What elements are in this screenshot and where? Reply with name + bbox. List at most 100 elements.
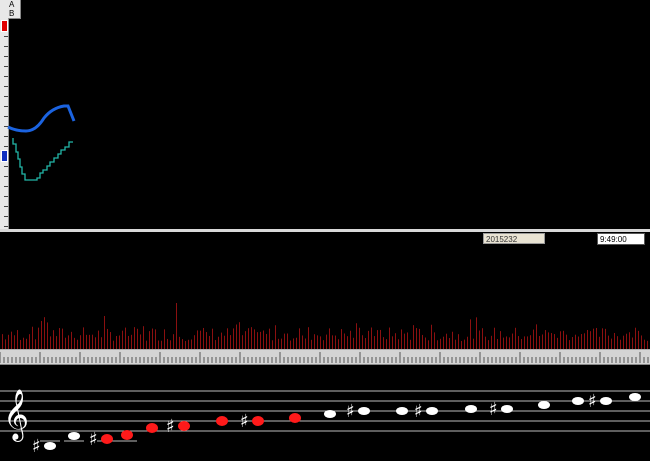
volume-bar [113, 340, 114, 349]
volume-bar [584, 333, 585, 349]
volume-bar [347, 336, 348, 349]
volume-bar [287, 333, 288, 349]
volume-bar [215, 340, 216, 349]
volume-bar [386, 339, 387, 349]
volume-bar [461, 340, 462, 349]
volume-bar [125, 327, 126, 349]
volume-bar [362, 335, 363, 349]
volume-bar [50, 336, 51, 349]
volume-bar [545, 330, 546, 349]
volume-bar [533, 329, 534, 349]
volume-bar [431, 324, 432, 349]
volume-bar [350, 330, 351, 349]
volume-bar [563, 330, 564, 349]
volume-bar [107, 328, 108, 349]
volume-bar [89, 334, 90, 349]
volume-bar [443, 336, 444, 349]
volume-bar [557, 337, 558, 349]
volume-bar [341, 329, 342, 349]
volume-bar [395, 333, 396, 349]
volume-bar [308, 327, 309, 349]
sharp-icon: ♯ [240, 411, 249, 432]
volume-bar [641, 335, 642, 349]
volume-bar [74, 337, 75, 349]
volume-bar [365, 338, 366, 349]
note-red [252, 416, 264, 426]
volume-bar [611, 338, 612, 349]
volume-bar [263, 330, 264, 349]
note-white [358, 407, 370, 415]
volume-bar [638, 330, 639, 349]
volume-bar [587, 329, 588, 349]
volume-bar [359, 327, 360, 349]
volume-bar [569, 340, 570, 349]
volume-bar [269, 328, 270, 349]
volume-bar [536, 324, 537, 349]
volume-bar [356, 323, 357, 349]
volume-bar [551, 333, 552, 349]
volume-bar [284, 333, 285, 349]
volume-bar [353, 337, 354, 349]
volume-bar [11, 331, 12, 349]
volume-bar [128, 335, 129, 349]
volume-bar [62, 328, 63, 349]
volume-bar [539, 335, 540, 349]
volume-bar [23, 337, 24, 349]
volume-bar [572, 337, 573, 349]
volume-bar [65, 337, 66, 349]
sharp-icon: ♯ [89, 429, 98, 450]
volume-bar [278, 338, 279, 349]
volume-bar [56, 336, 57, 349]
volume-bar [314, 334, 315, 349]
volume-bar [77, 339, 78, 349]
volume-bar [458, 334, 459, 349]
volume-bar [59, 328, 60, 349]
note-red [178, 421, 190, 431]
note-white [538, 401, 550, 409]
volume-bar [470, 319, 471, 349]
volume-bar [605, 328, 606, 349]
note-white [600, 397, 612, 405]
volume-bar [164, 329, 165, 349]
volume-bar [152, 328, 153, 349]
volume-bar [32, 326, 33, 349]
volume-bar [371, 327, 372, 349]
volume-bar [47, 322, 48, 349]
volume-bar [230, 335, 231, 349]
sharp-icon: ♯ [32, 436, 41, 457]
volume-bar [191, 339, 192, 349]
sharp-icon: ♯ [414, 401, 423, 422]
volume-bar [104, 316, 105, 349]
volume-bar [320, 336, 321, 349]
note-white [501, 405, 513, 413]
volume-bar [338, 339, 339, 349]
volume-bar [419, 328, 420, 349]
volume-bar [155, 329, 156, 349]
volume-bar [407, 332, 408, 349]
volume-bar [53, 330, 54, 349]
volume-bar [293, 338, 294, 349]
volume-bar [644, 339, 645, 349]
volume-bar [182, 339, 183, 349]
note-white [324, 410, 336, 418]
sharp-icon: ♯ [166, 416, 175, 437]
volume-bar [473, 338, 474, 349]
volume-bar [146, 340, 147, 349]
volume-bar [131, 334, 132, 349]
volume-bar [311, 339, 312, 349]
sharp-icon: ♯ [588, 391, 597, 412]
volume-bar [467, 336, 468, 349]
volume-bar [206, 332, 207, 349]
volume-bar [35, 339, 36, 349]
volume-bar [119, 335, 120, 349]
volume-bar [383, 337, 384, 349]
volume-bar [503, 337, 504, 349]
volume-bar [266, 333, 267, 349]
volume-bar [578, 336, 579, 349]
volume-bar [485, 336, 486, 349]
volume-bar [401, 329, 402, 349]
volume-bar [68, 335, 69, 349]
volume-bar [194, 335, 195, 349]
volume-bar [623, 335, 624, 349]
volume-bar [425, 337, 426, 349]
